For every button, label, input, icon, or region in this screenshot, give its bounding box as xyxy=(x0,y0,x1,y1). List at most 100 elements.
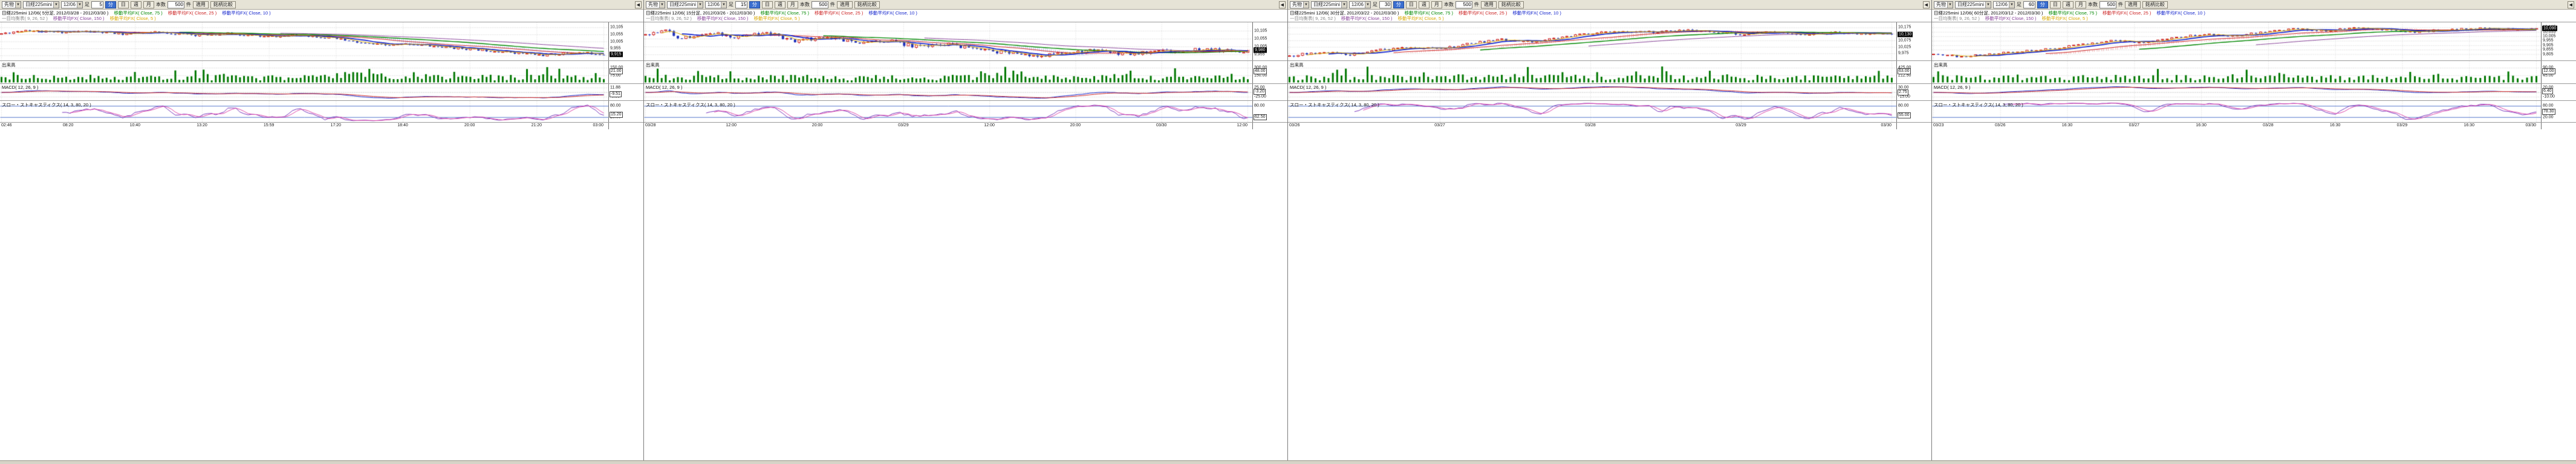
unit-month-button[interactable]: 月 xyxy=(787,1,798,8)
time-axis-label: 20:00 xyxy=(1070,123,1081,127)
price-plot xyxy=(1932,22,2541,60)
unit-week-button[interactable]: 週 xyxy=(1419,1,1429,8)
legend-item: 移動平均FX( Close, 10 ) xyxy=(2156,10,2205,16)
symbol-select[interactable]: 日経225mini ▼ xyxy=(667,1,703,8)
unit-day-button[interactable]: 日 xyxy=(762,1,773,8)
interval-input[interactable] xyxy=(735,1,747,8)
unit-month-button[interactable]: 月 xyxy=(143,1,154,8)
contract-month-value: 12/06 xyxy=(707,2,720,7)
symbol-compare-button[interactable]: 銘柄比較 xyxy=(854,1,880,8)
axis-tick-label: 9,805 xyxy=(2543,52,2554,56)
unit-minute-button[interactable]: 分 xyxy=(1393,1,1404,8)
axis-tick-label: 80.00 xyxy=(2543,104,2554,108)
volume-canvas[interactable] xyxy=(0,61,608,83)
unit-minute-button[interactable]: 分 xyxy=(105,1,116,8)
collapse-arrow-button[interactable]: ◀ xyxy=(1923,1,1930,8)
symbol-select[interactable]: 日経225mini ▼ xyxy=(1311,1,1347,8)
bar-count-input[interactable] xyxy=(168,1,184,8)
volume-section: 出来高 90.0045.0012.00 xyxy=(1932,60,2576,83)
macd-canvas[interactable] xyxy=(1288,84,1896,100)
symbol-select[interactable]: 日経225mini ▼ xyxy=(23,1,59,8)
collapse-arrow-button[interactable]: ◀ xyxy=(1279,1,1286,8)
bottom-scrollbar[interactable] xyxy=(0,460,2576,464)
price-axis: 10,10510,05510,0059,9559,980 xyxy=(1252,22,1287,60)
stochastics-label: スロー・ストキャスティクス( 14, 3, 80, 20 ) xyxy=(2,102,91,108)
time-axis-label: 03/29 xyxy=(898,123,909,127)
apply-button[interactable]: 適用 xyxy=(193,1,209,8)
unit-week-button[interactable]: 週 xyxy=(775,1,785,8)
volume-axis: 90.0045.0012.00 xyxy=(2541,61,2576,83)
bar-count-input[interactable] xyxy=(812,1,828,8)
time-axis-label: 12:00 xyxy=(984,123,995,127)
symbol-select[interactable]: 日経225mini ▼ xyxy=(1955,1,1991,8)
time-axis-label: 16:30 xyxy=(2330,123,2341,127)
unit-day-button[interactable]: 日 xyxy=(118,1,129,8)
axis-tick-label: 9,975 xyxy=(1898,51,1909,56)
contract-month-select[interactable]: 12/06 ▼ xyxy=(705,1,727,8)
unit-minute-button[interactable]: 分 xyxy=(749,1,760,8)
contract-month-value: 12/06 xyxy=(1351,2,1364,7)
apply-button[interactable]: 適用 xyxy=(837,1,853,8)
bar-count-input[interactable] xyxy=(2100,1,2116,8)
macd-label: MACD( 12, 26, 9 ) xyxy=(2,85,38,90)
current-value-box: 15.20 xyxy=(610,112,623,118)
axis-tick-label: 10,055 xyxy=(1254,36,1267,40)
current-value-box: 21.00 xyxy=(610,68,623,74)
apply-button[interactable]: 適用 xyxy=(1481,1,1497,8)
symbol-compare-button[interactable]: 銘柄比較 xyxy=(210,1,236,8)
collapse-arrow-button[interactable]: ◀ xyxy=(2568,1,2574,8)
current-value-box: 10,130 xyxy=(1898,31,1913,37)
interval-input[interactable] xyxy=(91,1,103,8)
stochastics-canvas[interactable] xyxy=(1932,101,2541,122)
apply-button[interactable]: 適用 xyxy=(2125,1,2141,8)
symbol-compare-button[interactable]: 銘柄比較 xyxy=(1498,1,1524,8)
price-chart-canvas[interactable] xyxy=(0,22,608,60)
stochastics-axis: 80.0020.0055.00 xyxy=(1896,101,1931,122)
unit-month-button[interactable]: 月 xyxy=(1431,1,1442,8)
contract-month-select[interactable]: 12/06 ▼ xyxy=(61,1,83,8)
legend-item: 移動平均FX( Close, 5 ) xyxy=(753,16,799,21)
unit-week-button[interactable]: 週 xyxy=(131,1,141,8)
bar-count-unit-label: 件 xyxy=(1474,1,1479,8)
unit-month-button[interactable]: 月 xyxy=(2075,1,2086,8)
volume-label: 出来高 xyxy=(1934,62,1948,68)
axis-tick-label: 10,075 xyxy=(1898,38,1911,42)
chart-legend: 日経225mini 12/06( 30分足, 2012/03/22 - 2012… xyxy=(1288,10,1931,22)
legend-item: 移動平均FX( Close, 150 ) xyxy=(1985,16,2037,21)
macd-canvas[interactable] xyxy=(1932,84,2541,100)
volume-canvas[interactable] xyxy=(1932,61,2541,83)
interval-input[interactable] xyxy=(2023,1,2035,8)
unit-minute-button[interactable]: 分 xyxy=(2037,1,2048,8)
price-chart-section: 10,10510,05510,0059,9559,9059,915 xyxy=(0,22,643,60)
legend-item: 移動平均FX( Close, 10 ) xyxy=(868,10,917,16)
axis-tick-label: 10,005 xyxy=(610,39,623,44)
chart-legend: 日経225mini 12/06( 60分足, 2012/03/12 - 2012… xyxy=(1932,10,2576,22)
contract-month-select[interactable]: 12/06 ▼ xyxy=(1993,1,2015,8)
price-chart-canvas[interactable] xyxy=(1932,22,2541,60)
legend-item: 移動平均FX( Close, 5 ) xyxy=(109,16,155,21)
market-select[interactable]: 先物 ▼ xyxy=(1934,1,1953,8)
market-select[interactable]: 先物 ▼ xyxy=(646,1,665,8)
price-axis: 10,10510,05510,0059,9559,9059,915 xyxy=(608,22,643,60)
collapse-arrow-button[interactable]: ◀ xyxy=(635,1,642,8)
macd-canvas[interactable] xyxy=(644,84,1252,100)
bar-count-input[interactable] xyxy=(1456,1,1472,8)
price-chart-canvas[interactable] xyxy=(1288,22,1896,60)
unit-day-button[interactable]: 日 xyxy=(1406,1,1417,8)
macd-plot: MACD( 12, 26, 9 ) xyxy=(0,84,608,100)
time-axis-label: 03/28 xyxy=(2263,123,2274,127)
axis-tick-label: -10.00 xyxy=(2543,95,2555,99)
time-axis-label: 12:00 xyxy=(726,123,737,127)
symbol-compare-button[interactable]: 銘柄比較 xyxy=(2142,1,2168,8)
unit-week-button[interactable]: 週 xyxy=(2063,1,2073,8)
interval-input[interactable] xyxy=(1379,1,1391,8)
unit-day-button[interactable]: 日 xyxy=(2050,1,2061,8)
market-select[interactable]: 先物 ▼ xyxy=(1290,1,1309,8)
volume-plot: 出来高 xyxy=(644,61,1252,83)
contract-month-select[interactable]: 12/06 ▼ xyxy=(1349,1,1371,8)
market-select[interactable]: 先物 ▼ xyxy=(2,1,21,8)
macd-canvas[interactable] xyxy=(0,84,608,100)
volume-canvas[interactable] xyxy=(1288,61,1896,83)
volume-canvas[interactable] xyxy=(644,61,1252,83)
price-chart-canvas[interactable] xyxy=(644,22,1252,60)
